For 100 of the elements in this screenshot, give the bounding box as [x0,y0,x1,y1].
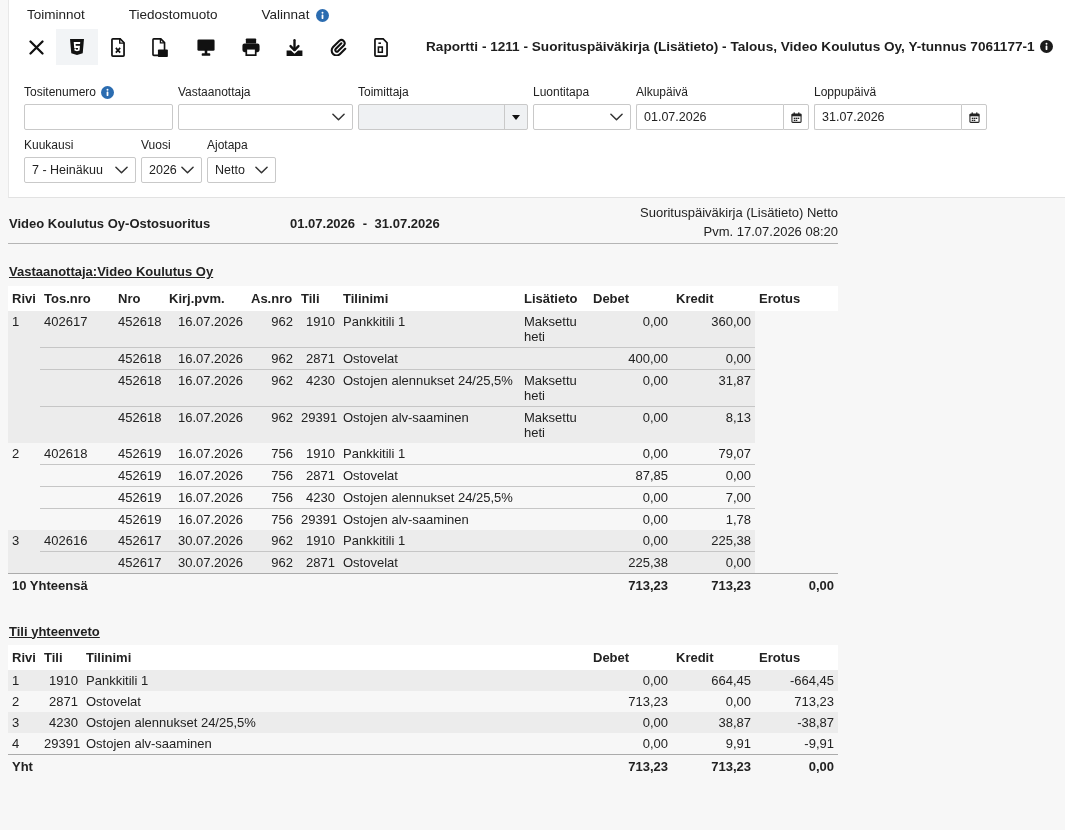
column-header: Kredit [672,645,755,670]
column-header: Tili [40,645,82,670]
calendar-icon [790,111,802,123]
field-label: Toimittaja [358,85,409,99]
table-cell: 16.07.2026 [165,369,247,406]
table-cell: 16.07.2026 [165,310,247,347]
table-cell: 402617 [40,310,114,347]
table-cell: 1910 [297,310,339,347]
report-name: Suorituspäiväkirja (Lisätieto) Netto [640,204,838,222]
table-cell: 1910 [297,442,339,464]
table-cell: 16.07.2026 [165,442,247,464]
table-cell: Ostovelat [339,551,520,573]
calendar-button[interactable] [783,104,809,130]
chevron-down-icon [255,166,268,174]
table-cell: 30.07.2026 [165,529,247,551]
table-cell: 225,38 [589,551,672,573]
table-cell: 962 [247,369,297,406]
table-cell: 756 [247,442,297,464]
total-cell: 713,23 [589,754,672,777]
table-cell: 3 [8,712,40,733]
table-cell: 756 [247,486,297,508]
total-cell: 713,23 [672,754,755,777]
table-cell: 4230 [297,369,339,406]
calendar-button[interactable] [961,104,987,130]
table-cell: 38,87 [672,712,755,733]
field-label: Loppupäivä [814,85,877,99]
column-header: Tilinimi [82,645,589,670]
table-cell: 16.07.2026 [165,347,247,369]
section-heading: Tili yhteenveto [8,623,100,640]
total-label: Yht [8,754,589,777]
table-cell: 452619 [114,486,165,508]
table-cell: 8,13 [672,406,755,443]
chevron-down-icon [115,166,128,174]
table-cell: 664,45 [672,670,755,691]
caret-down-icon [512,114,520,120]
chevron-down-icon [332,113,345,121]
table-cell: 87,85 [589,464,672,486]
file-tag-icon [152,37,168,57]
dropdown[interactable]: 2026 [141,157,202,183]
table-cell: Ostovelat [339,347,520,369]
dropdown[interactable]: 7 - Heinäkuu [24,157,136,183]
table-cell: 402618 [40,442,114,464]
column-header: Tilinimi [339,285,520,311]
table-cell: 2871 [297,551,339,573]
table-cell: Pankkitili 1 [82,670,589,691]
table-cell: Ostojen alennukset 24/25,5% [82,712,589,733]
table-cell: 452619 [114,508,165,530]
table-cell: Ostojen alennukset 24/25,5% [339,369,520,406]
table-cell: 962 [247,406,297,443]
table-cell: 0,00 [672,347,755,369]
date-field[interactable]: 31.07.2026 [814,104,961,130]
table-cell: 713,23 [755,691,838,712]
table-cell: 0,00 [672,464,755,486]
table-cell: 0,00 [589,310,672,347]
table-cell: 9,91 [672,733,755,755]
text-field[interactable] [24,104,173,130]
table-cell: Ostovelat [339,464,520,486]
document-icon [374,37,388,57]
download-icon [285,38,303,56]
menu-tab[interactable]: Valinnat [239,6,352,24]
table-cell: 0,00 [672,551,755,573]
table-cell: Pankkitili 1 [339,442,520,464]
table-cell: 452618 [114,369,165,406]
table-cell: Ostojen alennukset 24/25,5% [339,486,520,508]
table-cell: Ostovelat [82,691,589,712]
chevron-down-icon [610,113,623,121]
table-cell: 0,00 [589,712,672,733]
field-label: Ajotapa [207,138,248,152]
table-cell: 225,38 [672,529,755,551]
table-cell: 452617 [114,529,165,551]
table-cell: 713,23 [589,691,672,712]
dropdown[interactable]: Netto [207,157,276,183]
table-cell: 2 [8,691,40,712]
table-cell: 0,00 [589,733,672,755]
table-cell: 29391 [40,733,82,755]
menu-tab[interactable]: Toiminnot [9,6,107,24]
table-cell: 756 [247,464,297,486]
column-header: Rivi [8,285,40,311]
total-cell: 713,23 [672,573,755,596]
table-cell: 756 [247,508,297,530]
table-cell: 4 [8,733,40,755]
table-cell: 0,00 [589,442,672,464]
table-cell: 452619 [114,442,165,464]
table-cell: 4230 [40,712,82,733]
table-cell: 452618 [114,406,165,443]
column-header: Kirj.pvm. [165,285,247,311]
menu-tab[interactable]: Tiedostomuoto [106,6,240,24]
table-cell: 16.07.2026 [165,486,247,508]
table-cell: 962 [247,310,297,347]
column-header: Debet [589,285,672,311]
table-cell: 30.07.2026 [165,551,247,573]
table-cell: 16.07.2026 [165,464,247,486]
table-cell: Ostojen alv-saaminen [339,508,520,530]
table-cell: 2871 [297,347,339,369]
toolbar-button[interactable] [56,29,98,65]
table-cell: 0,00 [589,486,672,508]
date-field[interactable]: 01.07.2026 [636,104,783,130]
field-label: Luontitapa [533,85,590,99]
report-title: Raportti - 1211 - Suorituspäiväkirja (Lisätieto) - Talous, Video Koulutus Oy, Y-tunnus 7061177-1 [426,37,1035,56]
field-label: Vastaanottaja [178,85,251,99]
